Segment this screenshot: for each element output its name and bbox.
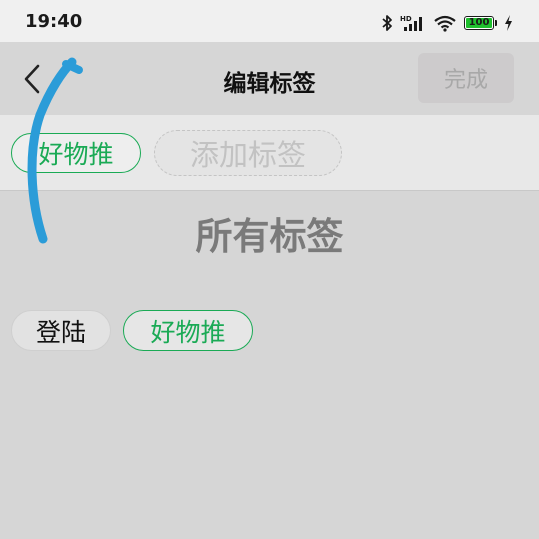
add-tag-input[interactable]: 添加标签 xyxy=(154,130,342,176)
battery-icon: 100 xyxy=(464,16,497,30)
status-icons: HD 100 xyxy=(374,12,513,34)
charging-icon xyxy=(504,15,513,31)
battery-cap xyxy=(495,20,497,26)
current-tags-area: 好物推 添加标签 xyxy=(0,115,539,191)
done-button[interactable]: 完成 xyxy=(418,53,514,103)
battery-body: 100 xyxy=(464,16,494,30)
edit-tags-screen: 19:40 HD 100 编辑标签 完成 好物推 添加标签 所有标签 登陆 好物… xyxy=(0,0,539,539)
all-tags-title: 所有标签 xyxy=(195,215,344,258)
bluetooth-icon xyxy=(381,14,393,32)
tag-goodthings[interactable]: 好物推 xyxy=(123,310,253,351)
nav-bar: 编辑标签 完成 xyxy=(0,42,539,115)
tag-login[interactable]: 登陆 xyxy=(11,310,111,351)
hd-signal-icon: HD xyxy=(400,14,426,32)
selected-tag-goodthings[interactable]: 好物推 xyxy=(11,133,141,173)
svg-text:HD: HD xyxy=(400,15,412,23)
wifi-icon xyxy=(433,14,457,32)
status-time: 19:40 xyxy=(25,11,83,32)
status-bar: 19:40 HD 100 xyxy=(0,0,539,42)
battery-level: 100 xyxy=(468,17,490,28)
